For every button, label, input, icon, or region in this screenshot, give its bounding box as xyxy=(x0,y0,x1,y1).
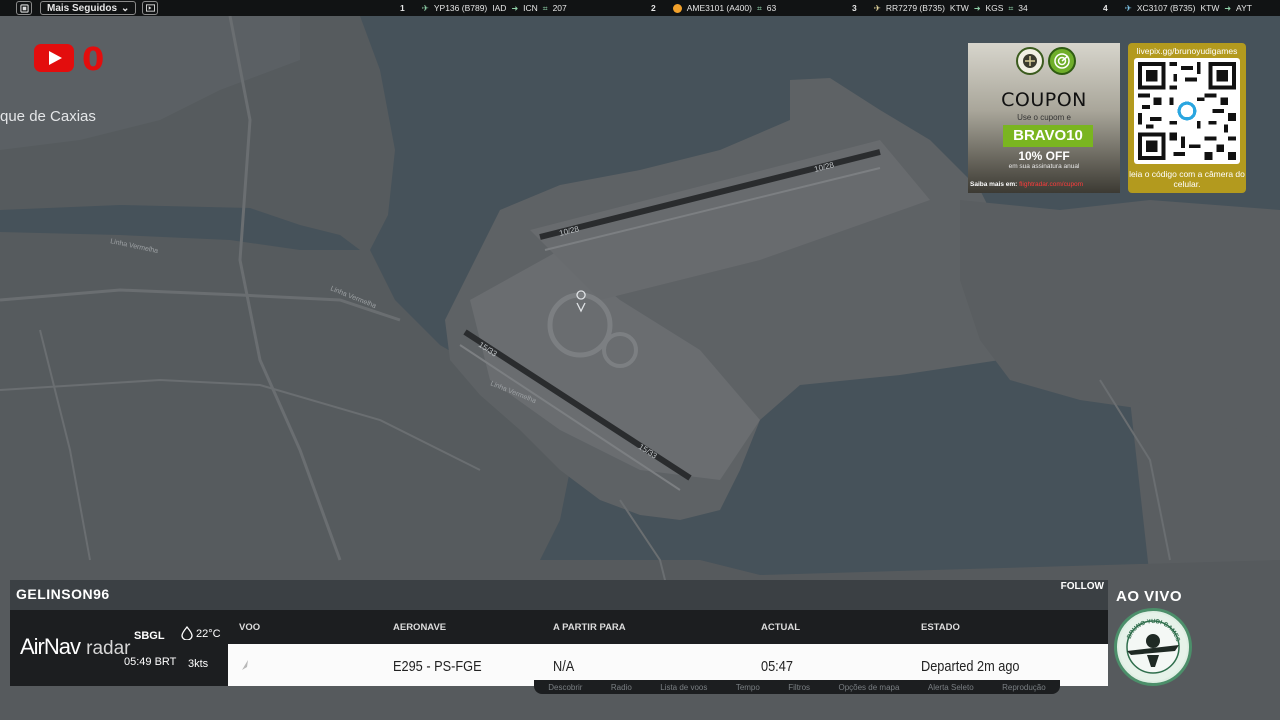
weather-drop-icon xyxy=(181,626,193,640)
ticker-callsign: YP136 (B789) xyxy=(433,3,488,13)
qr-caption: leia o código com a câmera do celular. xyxy=(1129,169,1245,189)
people-icon: ⌗ xyxy=(1008,2,1014,13)
ticker-callsign: XC3107 (B735) xyxy=(1136,3,1196,13)
plane-icon: ✈ xyxy=(1124,2,1132,13)
emergency-icon xyxy=(672,3,682,13)
ticker-from: IAD xyxy=(492,3,507,13)
ticker-rank: 2 xyxy=(651,3,656,13)
ticker-to: ICN xyxy=(523,3,538,13)
coupon-code: BRAVO10 xyxy=(1003,125,1093,147)
ticker-count: 207 xyxy=(552,3,567,13)
coupon-use-text: Use o cupom e xyxy=(1017,113,1071,122)
coupon-link-row: Saiba mais em: flightradar.com/cupom xyxy=(970,181,1083,188)
coupon-ad[interactable]: COUPON Use o cupom e BRAVO10 10% OFF em … xyxy=(968,43,1120,193)
ticker-flight-1[interactable]: 1 ✈ YP136 (B789) IAD ➜ ICN ⌗ 207 xyxy=(400,0,567,16)
ticker-count: 34 xyxy=(1018,3,1028,13)
cell-from-to: N/A xyxy=(553,658,575,675)
menu-weather[interactable]: Tempo xyxy=(736,683,760,692)
cell-actual: 05:47 xyxy=(761,658,793,675)
coupon-title: COUPON xyxy=(1001,89,1087,111)
menu-map-options[interactable]: Opções de mapa xyxy=(838,683,899,692)
panel-header: GELINSON96 FOLLOW xyxy=(10,580,1108,610)
coupon-link[interactable]: flightradar.com/cupom xyxy=(1019,181,1083,188)
column-aircraft: AERONAVE xyxy=(393,622,447,633)
cell-aircraft: E295 - PS-FGE xyxy=(393,658,482,675)
top-ticker-bar: Mais Seguidos ⌄ 1 ✈ YP136 (B789) IAD ➜ I… xyxy=(0,0,1280,16)
ticker-callsign: RR7279 (B735) xyxy=(885,3,945,13)
follow-button[interactable]: FOLLOW xyxy=(1061,581,1104,592)
cell-status: Departed 2m ago xyxy=(921,658,1020,675)
menu-filters[interactable]: Filtros xyxy=(788,683,810,692)
qr-url: livepix.gg/brunoyudigames xyxy=(1136,46,1238,56)
playback-icon[interactable] xyxy=(142,1,159,15)
ticker-flight-4[interactable]: 4 ✈ XC3107 (B735) KTW ➜ AYT xyxy=(1103,0,1252,16)
menu-alerts[interactable]: Alerta Seleto xyxy=(928,683,974,692)
brand-name: AirNav xyxy=(20,634,81,659)
arrow-right-icon: ➜ xyxy=(1224,3,1232,13)
flight-info-panel: GELINSON96 FOLLOW AirNav radar SBGL 05:4… xyxy=(10,580,1108,686)
ticker-rank: 3 xyxy=(852,3,857,13)
column-flight: VOO xyxy=(239,622,261,633)
ticker-to: KGS xyxy=(985,3,1004,13)
menu-playback[interactable]: Reprodução xyxy=(1002,683,1046,692)
temperature: 22°C xyxy=(196,628,221,640)
ticker-from: KTW xyxy=(949,3,969,13)
menu-discover[interactable]: Descobrir xyxy=(548,683,582,692)
column-from-to: A PARTIR PARA xyxy=(553,622,626,633)
coupon-discount: 10% OFF xyxy=(1018,149,1070,163)
city-label: que de Caxias xyxy=(0,108,96,125)
wind-speed: 3kts xyxy=(188,658,209,670)
bottom-menu: Descobrir Radio Lista de voos Tempo Filt… xyxy=(534,680,1060,694)
ticker-count: 63 xyxy=(766,3,777,13)
coupon-logos xyxy=(1016,47,1076,75)
most-followed-label: Mais Seguidos xyxy=(47,2,118,14)
airnav-logo: AirNav radar xyxy=(20,634,131,660)
youtube-icon xyxy=(34,44,74,72)
ticker-from: KTW xyxy=(1200,3,1220,13)
people-icon: ⌗ xyxy=(542,2,548,13)
radar-logo-icon xyxy=(1048,47,1076,75)
home-icon[interactable] xyxy=(16,1,32,15)
chevron-down-icon: ⌄ xyxy=(121,2,130,14)
people-icon: ⌗ xyxy=(756,2,762,13)
plane-icon: ✈ xyxy=(421,2,429,13)
column-actual: ACTUAL xyxy=(761,622,801,633)
live-label: AO VIVO xyxy=(1116,588,1183,605)
ticker-flight-2[interactable]: 2 AME3101 (A400) ⌗ 63 xyxy=(651,0,776,16)
coupon-discount-sub: em sua assinatura anual xyxy=(1008,163,1080,170)
ticker-to: AYT xyxy=(1236,3,1252,13)
airport-time: 05:49 BRT xyxy=(124,656,177,668)
ticker-rank: 4 xyxy=(1103,3,1108,13)
plane-icon: ✈ xyxy=(873,2,881,13)
ticker-flight-3[interactable]: 3 ✈ RR7279 (B735) KTW ➜ KGS ⌗ 34 xyxy=(852,0,1028,16)
plane-icon xyxy=(242,660,248,670)
qr-code-icon xyxy=(1134,58,1240,164)
ticker-rank: 1 xyxy=(400,3,405,13)
column-status: ESTADO xyxy=(921,622,960,633)
channel-logo-icon: BRUNO YUDI GAMES xyxy=(1114,608,1192,686)
coupon-link-prefix: Saiba mais em: xyxy=(970,181,1018,188)
arrow-right-icon: ➜ xyxy=(511,3,519,13)
youtube-like-count: 0 xyxy=(82,40,105,78)
stream-screen: 10/28 10/28 15/33 15/33 Linha Vermelha L… xyxy=(0,0,1280,720)
menu-flight-list[interactable]: Lista de voos xyxy=(660,683,707,692)
ticker-callsign: AME3101 (A400) xyxy=(686,3,752,13)
airport-code: SBGL xyxy=(134,630,165,642)
username: GELINSON96 xyxy=(16,586,110,602)
badge-logo-icon xyxy=(1016,47,1044,75)
airport-info: AirNav radar SBGL 05:49 BRT 22°C 3kts xyxy=(10,610,228,686)
most-followed-dropdown[interactable]: Mais Seguidos ⌄ xyxy=(40,1,137,15)
menu-radio[interactable]: Radio xyxy=(611,683,632,692)
flight-table-header: VOO AERONAVE A PARTIR PARA ACTUAL ESTADO xyxy=(228,610,1108,644)
qr-donation-ad[interactable]: livepix.gg/brunoyudigames leia o código … xyxy=(1128,43,1246,193)
arrow-right-icon: ➜ xyxy=(973,3,981,13)
